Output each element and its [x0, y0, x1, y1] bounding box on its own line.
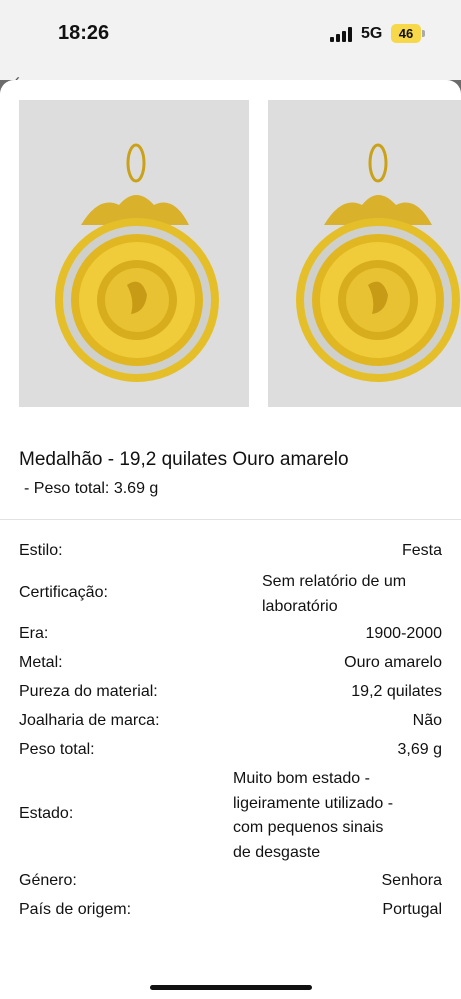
- spec-label: Peso total:: [19, 741, 95, 758]
- product-sheet: Medalhão - 19,2 quilates Ouro amarelo - …: [0, 80, 461, 999]
- spec-value-line: laboratório: [262, 597, 338, 615]
- network-label: 5G: [361, 25, 383, 42]
- pendant-photo-second[interactable]: [268, 100, 461, 407]
- spec-label: Género:: [19, 872, 77, 889]
- spec-label: Joalharia de marca:: [19, 712, 160, 729]
- spec-value: Não: [412, 712, 442, 729]
- spec-value: 19,2 quilates: [351, 683, 442, 700]
- spec-value: Ouro amarelo: [344, 654, 442, 671]
- spec-value-line: ligeiramente utilizado -: [233, 794, 394, 812]
- signal-strength-icon: [330, 27, 354, 42]
- spec-value: 3,69 g: [397, 741, 442, 758]
- battery-icon: 46: [391, 24, 421, 43]
- spec-label: Metal:: [19, 654, 63, 671]
- gold-medallion-pendant-icon: [268, 100, 461, 407]
- battery-cap: [422, 30, 425, 37]
- spec-value-line: Sem relatório de um: [262, 573, 407, 590]
- spec-label: Estilo:: [19, 542, 63, 559]
- spec-value: Portugal: [382, 901, 442, 918]
- pendant-photo-front[interactable]: [19, 100, 249, 407]
- product-title: Medalhão - 19,2 quilates Ouro amarelo: [19, 449, 349, 470]
- spec-value: Sem relatório de um laboratório: [262, 570, 406, 619]
- spec-value-line: Muito bom estado -: [233, 770, 370, 787]
- gold-medallion-pendant-icon: [19, 100, 249, 407]
- divider: [0, 519, 461, 520]
- spec-label: País de origem:: [19, 901, 132, 918]
- spec-value-line: de desgaste: [233, 843, 321, 861]
- spec-label: Pureza do material:: [19, 683, 158, 700]
- spec-value: 1900-2000: [365, 625, 442, 642]
- status-bar: 18:26 5G 46 ‹: [0, 0, 461, 90]
- spec-label: Estado:: [19, 805, 74, 822]
- spec-label: Era:: [19, 625, 49, 642]
- spec-value: Festa: [401, 542, 442, 559]
- spec-value: Senhora: [381, 872, 443, 889]
- spec-value: Muito bom estado - ligeiramente utilizad…: [233, 767, 393, 865]
- product-subtitle: - Peso total: 3.69 g: [24, 480, 159, 497]
- spec-value-line: com pequenos sinais: [233, 819, 384, 836]
- home-indicator[interactable]: [150, 985, 312, 990]
- status-time: 18:26: [58, 22, 110, 44]
- spec-label: Certificação:: [19, 584, 108, 601]
